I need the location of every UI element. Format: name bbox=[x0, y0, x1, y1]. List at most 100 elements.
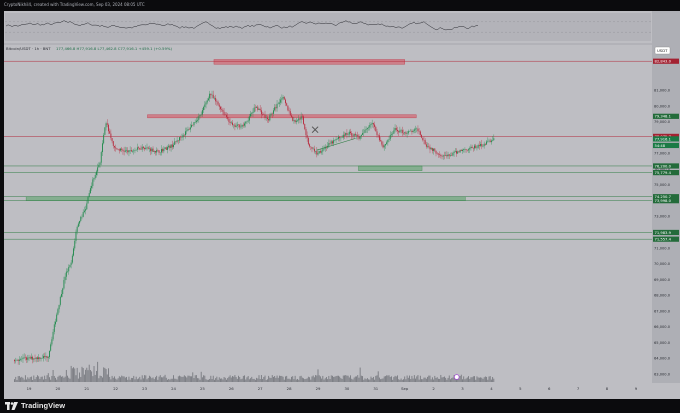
volume-bar bbox=[472, 376, 474, 382]
volume-bar bbox=[33, 375, 35, 382]
support-zone[interactable] bbox=[358, 165, 423, 171]
candle-body bbox=[228, 118, 230, 122]
candle-body bbox=[460, 149, 462, 151]
candle-body bbox=[18, 359, 20, 361]
candle-body bbox=[247, 120, 249, 122]
volume-bar bbox=[116, 379, 118, 382]
candle-body bbox=[161, 149, 162, 153]
candle-body bbox=[466, 149, 468, 151]
volume-bar bbox=[488, 376, 490, 382]
volume-bar bbox=[17, 376, 19, 382]
candle-body bbox=[393, 130, 395, 134]
volume-bar bbox=[306, 378, 308, 382]
candle-body bbox=[102, 143, 103, 153]
candle-body bbox=[57, 309, 59, 315]
candle-body bbox=[77, 223, 79, 227]
candle-body bbox=[63, 280, 65, 289]
volume-bar bbox=[207, 379, 209, 382]
volume-bar bbox=[274, 376, 276, 382]
candle-body bbox=[85, 209, 87, 211]
volume-bar bbox=[410, 379, 412, 382]
x-tick-label: 29 bbox=[316, 386, 321, 391]
volume-bar bbox=[211, 379, 213, 382]
volume-bar bbox=[118, 376, 120, 382]
volume-bar bbox=[212, 375, 214, 382]
candle-body bbox=[372, 123, 374, 125]
volume-bar bbox=[297, 378, 298, 382]
candle-body bbox=[22, 357, 24, 359]
candle-body bbox=[53, 324, 55, 332]
volume-bar bbox=[64, 376, 66, 382]
volume-bar bbox=[366, 378, 368, 382]
volume-bar bbox=[228, 376, 230, 382]
volume-bar bbox=[446, 379, 448, 382]
volume-bar bbox=[478, 377, 480, 382]
volume-bar bbox=[419, 375, 421, 382]
candle-body bbox=[348, 131, 350, 135]
volume-bar bbox=[310, 379, 312, 382]
volume-bar bbox=[318, 375, 320, 382]
candle-body bbox=[260, 110, 262, 115]
volume-bar bbox=[130, 377, 132, 382]
volume-bar bbox=[244, 375, 245, 382]
volume-bar bbox=[411, 375, 413, 382]
candle-body bbox=[30, 356, 32, 359]
volume-bar bbox=[315, 375, 317, 382]
volume-bar bbox=[480, 377, 482, 382]
volume-bar bbox=[362, 376, 364, 382]
support-zone[interactable] bbox=[25, 196, 466, 201]
volume-bar bbox=[447, 377, 449, 382]
volume-bar bbox=[53, 375, 55, 382]
event-marker[interactable] bbox=[453, 374, 460, 380]
candle-body bbox=[26, 357, 28, 360]
volume-bar bbox=[311, 376, 313, 382]
candle-body bbox=[322, 149, 324, 152]
volume-bar bbox=[481, 377, 483, 382]
candle-body bbox=[111, 138, 113, 142]
tradingview-logo[interactable]: TradingView bbox=[5, 401, 65, 410]
resistance-zone[interactable] bbox=[147, 114, 417, 119]
candle-body bbox=[234, 124, 236, 127]
volume-bar bbox=[384, 376, 386, 382]
footer: TradingView bbox=[0, 399, 680, 413]
volume-bar bbox=[76, 367, 78, 382]
price-label-text: 77,916.1 bbox=[655, 137, 671, 141]
volume-bar bbox=[170, 378, 172, 382]
volume-bar bbox=[463, 376, 465, 382]
chart-area[interactable]: Bitcoin/USDT · 1h · BNT 177,466.8 H77,91… bbox=[4, 10, 680, 400]
resistance-zone[interactable] bbox=[213, 59, 405, 65]
candle-body bbox=[187, 129, 189, 131]
candle-body bbox=[109, 131, 111, 134]
volume-bar bbox=[44, 375, 46, 382]
volume-bar bbox=[342, 375, 344, 382]
price-chart[interactable]: Bitcoin/USDT · 1h · BNT 177,466.8 H77,91… bbox=[4, 10, 680, 400]
volume-bar bbox=[372, 376, 374, 382]
candle-body bbox=[397, 129, 398, 132]
candle-body bbox=[332, 141, 333, 144]
volume-bar bbox=[152, 377, 154, 382]
volume-bar bbox=[215, 378, 217, 382]
volume-bar bbox=[363, 379, 365, 382]
candle-body bbox=[127, 150, 129, 153]
volume-bar bbox=[123, 376, 125, 382]
candle-body bbox=[310, 146, 312, 147]
candle-body bbox=[351, 133, 353, 136]
candle-body bbox=[368, 127, 370, 129]
candle-body bbox=[138, 147, 140, 148]
volume-bar bbox=[175, 378, 177, 382]
candle-body bbox=[384, 144, 386, 146]
volume-bar bbox=[32, 379, 34, 382]
volume-bar bbox=[55, 377, 56, 382]
candle-body bbox=[439, 154, 441, 155]
candle-body bbox=[468, 149, 469, 151]
volume-bar bbox=[57, 376, 59, 382]
volume-bar bbox=[409, 375, 410, 382]
price-label-text: 76,200.0 bbox=[655, 164, 672, 168]
candle-body bbox=[360, 134, 362, 137]
volume-bar bbox=[185, 376, 186, 382]
candle-body bbox=[115, 147, 117, 149]
candle-body bbox=[15, 360, 17, 362]
volume-bar bbox=[489, 376, 491, 382]
candle-body bbox=[95, 171, 97, 176]
x-tick-label: 24 bbox=[171, 386, 176, 391]
